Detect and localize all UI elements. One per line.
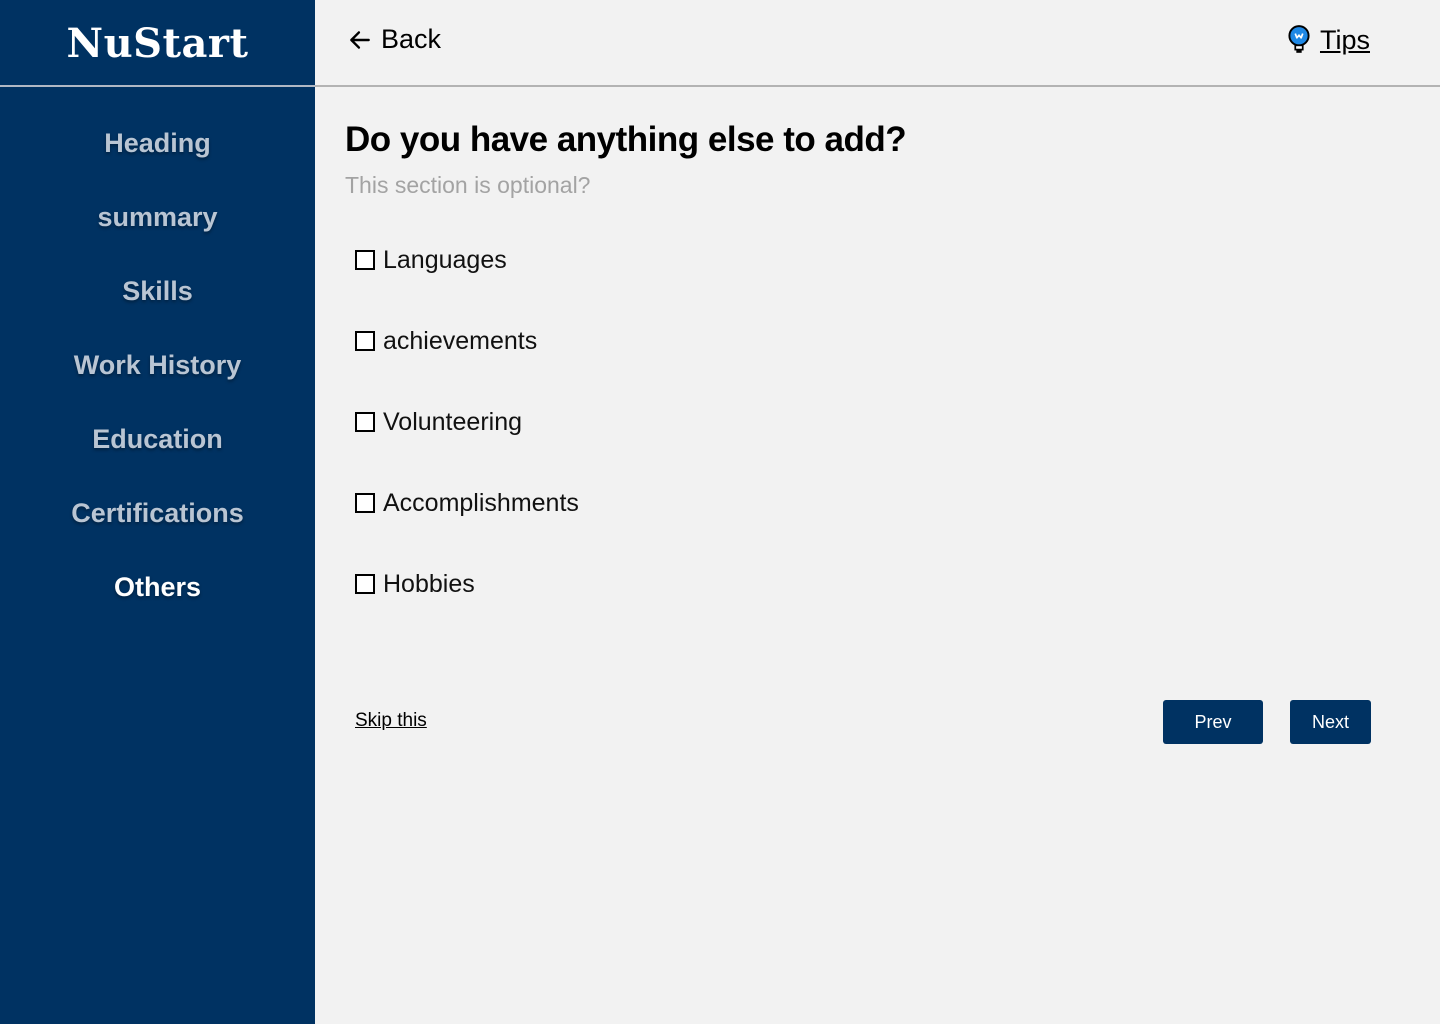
back-label: Back (381, 24, 442, 54)
option-label: Hobbies (383, 570, 475, 598)
option-label: Accomplishments (383, 489, 579, 517)
app-logo[interactable]: NuStart (0, 0, 315, 86)
tips-label: Tips (1319, 24, 1370, 55)
sidebar-item-certifications[interactable]: Certifications (0, 476, 315, 550)
option-hobbies[interactable]: Hobbies (355, 568, 579, 649)
option-accomplishments[interactable]: Accomplishments (355, 487, 579, 568)
options-list: Languages achievements Volunteering Acco… (355, 244, 579, 649)
page-subtitle: This section is optional? (345, 172, 591, 198)
tips-link[interactable]: Tips (1286, 24, 1370, 56)
sidebar: NuStart Heading summary Skills Work Hist… (0, 0, 315, 1024)
header-divider (315, 85, 1440, 87)
sidebar-item-others[interactable]: Others (0, 550, 315, 624)
checkbox[interactable] (355, 250, 375, 270)
sidebar-item-heading[interactable]: Heading (0, 106, 315, 180)
logo-divider (0, 85, 315, 87)
option-label: Volunteering (383, 408, 523, 436)
sidebar-item-education[interactable]: Education (0, 402, 315, 476)
sidebar-nav: Heading summary Skills Work History Educ… (0, 106, 315, 624)
main-content: Do you have anything else to add? This s… (345, 120, 1405, 598)
prev-button[interactable]: Prev (1163, 700, 1263, 744)
option-languages[interactable]: Languages (355, 244, 579, 325)
checkbox[interactable] (355, 493, 375, 513)
top-bar: Back Tips (315, 0, 1440, 86)
back-button[interactable]: Back (347, 24, 441, 55)
next-button[interactable]: Next (1290, 700, 1371, 744)
sidebar-item-skills[interactable]: Skills (0, 254, 315, 328)
sidebar-item-summary[interactable]: summary (0, 180, 315, 254)
page-title: Do you have anything else to add? (345, 120, 907, 159)
option-achievements[interactable]: achievements (355, 325, 579, 406)
option-label: Languages (383, 246, 507, 274)
sidebar-item-work-history[interactable]: Work History (0, 328, 315, 402)
option-volunteering[interactable]: Volunteering (355, 406, 579, 487)
lightbulb-icon (1288, 25, 1310, 53)
arrow-left-icon (350, 30, 370, 49)
checkbox[interactable] (355, 412, 375, 432)
checkbox[interactable] (355, 331, 375, 351)
option-label: achievements (383, 327, 538, 355)
skip-link[interactable]: Skip this (355, 710, 427, 732)
checkbox[interactable] (355, 574, 375, 594)
